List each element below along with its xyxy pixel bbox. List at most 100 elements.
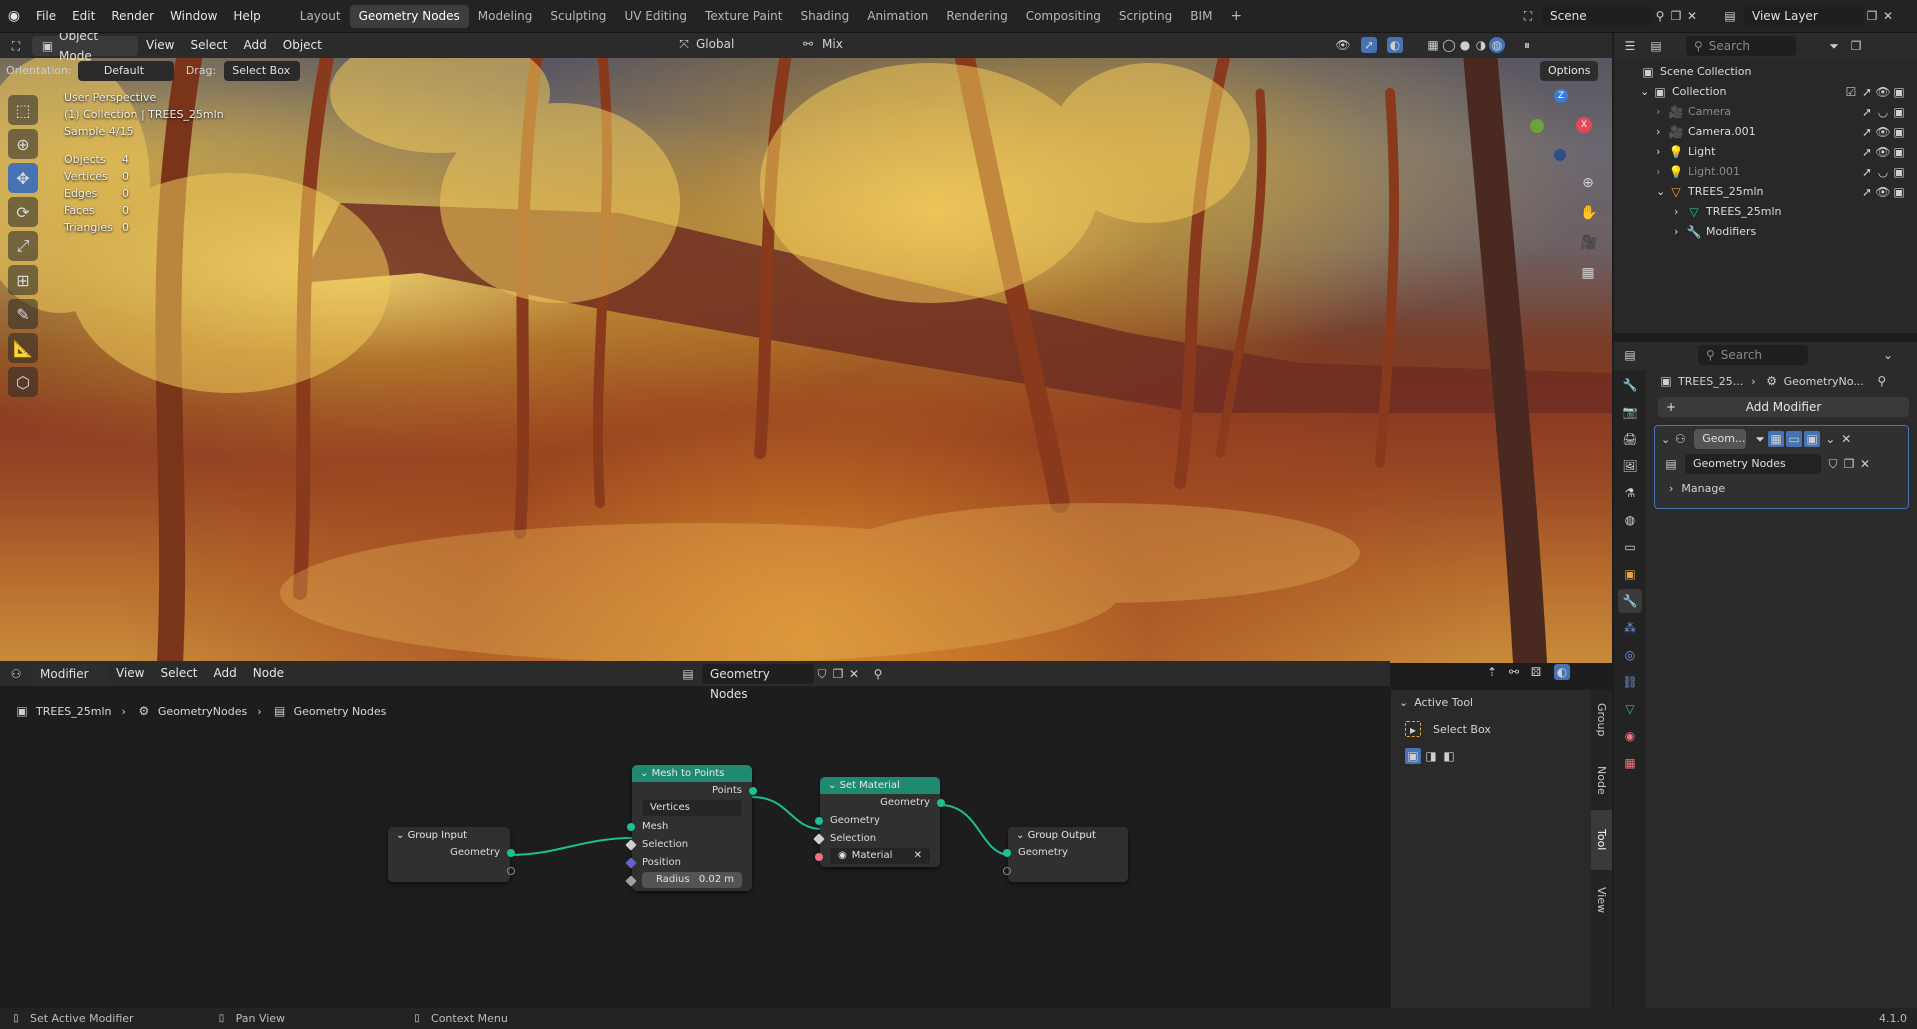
node-group-output[interactable]: ⌄ Group Output Geometry xyxy=(1003,827,1128,882)
parent-node-tree-icon[interactable]: ⇡ xyxy=(1484,664,1500,680)
navigation-gizmo[interactable]: Z X xyxy=(1524,89,1594,169)
selectable-icon[interactable]: ➚ xyxy=(1859,184,1875,200)
add-workspace-icon[interactable]: + xyxy=(1221,5,1251,28)
remove-modifier-icon[interactable]: ✕ xyxy=(1838,431,1854,447)
3d-viewport[interactable]: ⛶ ▣ Object Mode View Select Add Object ⤧… xyxy=(0,33,1612,663)
render-icon[interactable]: ▣ xyxy=(1891,164,1907,180)
eye-hidden-icon[interactable]: ◡ xyxy=(1875,164,1891,180)
pin-icon[interactable]: ⚲ xyxy=(1874,373,1890,389)
material-socket[interactable] xyxy=(815,853,823,861)
node-group-input[interactable]: ⌄ Group Input Geometry xyxy=(388,827,515,882)
particles-tab-icon[interactable]: ⁂ xyxy=(1618,616,1642,640)
tab-sculpting[interactable]: Sculpting xyxy=(541,5,615,28)
viewport-menu-add[interactable]: Add xyxy=(236,33,275,58)
eye-icon[interactable]: 👁 xyxy=(1875,144,1891,160)
editor-type-icon[interactable]: ⚇ xyxy=(8,666,24,682)
view-layer-field[interactable]: View Layer xyxy=(1744,6,1864,26)
selectable-icon[interactable]: ➚ xyxy=(1859,124,1875,140)
select-subtract-icon[interactable]: ◧ xyxy=(1441,748,1457,764)
eye-icon[interactable]: 👁 xyxy=(1875,84,1891,100)
properties-search-input[interactable]: ⚲ Search xyxy=(1698,344,1808,365)
tab-group[interactable]: Group xyxy=(1591,690,1612,750)
selectable-icon[interactable]: ➚ xyxy=(1859,84,1875,100)
gizmo-y-axis[interactable] xyxy=(1530,119,1544,133)
world-tab-icon[interactable]: ◍ xyxy=(1618,508,1642,532)
viewport-menu-object[interactable]: Object xyxy=(275,33,330,58)
mode-dropdown[interactable]: Vertices xyxy=(642,800,742,816)
selectable-icon[interactable]: ➚ xyxy=(1859,164,1875,180)
node-tree-icon[interactable]: ▤ xyxy=(680,666,696,682)
menu-edit[interactable]: Edit xyxy=(64,0,103,33)
menu-file[interactable]: File xyxy=(28,0,64,33)
eye-icon[interactable]: 👁 xyxy=(1875,184,1891,200)
tab-geometry-nodes[interactable]: Geometry Nodes xyxy=(349,4,469,28)
overlay-toggle-icon[interactable]: ◐ xyxy=(1387,37,1403,53)
outliner-search-input[interactable]: ⚲ Search xyxy=(1686,35,1796,56)
physics-tab-icon[interactable]: ◎ xyxy=(1618,643,1642,667)
overlay-toggle-icon[interactable]: ◐ xyxy=(1554,664,1570,680)
node-menu-node[interactable]: Node xyxy=(245,661,292,686)
fake-user-icon[interactable]: ⛉ xyxy=(1825,456,1841,472)
render-tab-icon[interactable]: 📷 xyxy=(1618,400,1642,424)
render-toggle-icon[interactable]: ▣ xyxy=(1804,431,1821,447)
tab-shading[interactable]: Shading xyxy=(791,5,858,28)
view-layer-tab-icon[interactable]: 🖼 xyxy=(1618,454,1642,478)
scene-icon[interactable]: ⛶ xyxy=(1520,8,1536,24)
annotate-tool[interactable]: ✎ xyxy=(8,299,38,329)
viewport-menu-view[interactable]: View xyxy=(138,33,182,58)
expand-icon[interactable]: › xyxy=(1656,142,1668,162)
measure-tool[interactable]: 📐 xyxy=(8,333,38,363)
display-mode-icon[interactable]: ▤ xyxy=(1648,38,1664,54)
select-new-icon[interactable]: ▣ xyxy=(1405,748,1421,764)
delete-scene-icon[interactable]: ✕ xyxy=(1684,8,1700,24)
material-field[interactable]: ◉ Material ✕ xyxy=(830,848,930,864)
tab-rendering[interactable]: Rendering xyxy=(937,5,1016,28)
add-cube-tool[interactable]: ⬡ xyxy=(8,367,38,397)
node-set-material[interactable]: ⌄ Set Material Geometry Geometry Selecti… xyxy=(813,777,945,867)
clear-material-icon[interactable]: ✕ xyxy=(914,848,922,864)
new-collection-icon[interactable]: ❐ xyxy=(1848,38,1864,54)
material-tab-icon[interactable]: ◉ xyxy=(1618,724,1642,748)
output-tab-icon[interactable]: 🖨 xyxy=(1618,427,1642,451)
geometry-out-socket[interactable] xyxy=(937,799,945,807)
wireframe-shading-icon[interactable]: ◯ xyxy=(1441,37,1457,53)
tab-texture-paint[interactable]: Texture Paint xyxy=(696,5,791,28)
scene-collection-row[interactable]: ▣ Scene Collection xyxy=(1614,62,1917,82)
menu-help[interactable]: Help xyxy=(225,0,268,33)
new-view-layer-icon[interactable]: ❐ xyxy=(1864,8,1880,24)
collection-row[interactable]: ⌄ ▣ Collection ☑ ➚ 👁 ▣ xyxy=(1614,82,1917,102)
material-shading-icon[interactable]: ◑ xyxy=(1473,37,1489,53)
eye-hidden-icon[interactable]: ◡ xyxy=(1875,104,1891,120)
texture-tab-icon[interactable]: ▦ xyxy=(1618,751,1642,775)
node-editor[interactable]: ▣ TREES_25mln › ⚙ GeometryNodes › ▤ Geom… xyxy=(0,663,1390,1008)
menu-window[interactable]: Window xyxy=(162,0,225,33)
snapping-options-icon[interactable]: ⚄ xyxy=(1528,664,1544,680)
orientation-dropdown[interactable]: Default xyxy=(77,60,174,81)
collection-tab-icon[interactable]: ▭ xyxy=(1618,535,1642,559)
node-menu-view[interactable]: View xyxy=(108,661,152,686)
tab-layout[interactable]: Layout xyxy=(291,5,350,28)
pan-hand-icon[interactable]: ✋ xyxy=(1580,205,1597,221)
points-socket[interactable] xyxy=(749,787,757,795)
breadcrumb-node-group[interactable]: Geometry Nodes xyxy=(294,705,387,718)
manage-subpanel[interactable]: › Manage xyxy=(1655,476,1908,500)
pin-icon[interactable]: ⚲ xyxy=(1652,8,1668,24)
scene-tab-icon[interactable]: ⚗ xyxy=(1618,481,1642,505)
pin-icon[interactable]: ⚲ xyxy=(870,666,886,682)
collapse-icon[interactable]: ⌄ xyxy=(1661,433,1670,446)
editor-type-icon[interactable]: ☰ xyxy=(1622,38,1638,54)
checkbox-icon[interactable]: ☑ xyxy=(1843,84,1859,100)
blender-logo-icon[interactable]: ◉ xyxy=(6,8,22,24)
fake-user-icon[interactable]: ⛉ xyxy=(814,666,830,682)
expand-icon[interactable]: ⌄ xyxy=(1656,182,1668,202)
expand-icon[interactable]: › xyxy=(1674,222,1686,242)
breadcrumb-modifier[interactable]: GeometryNodes xyxy=(158,705,247,718)
visibility-icon[interactable]: 👁 xyxy=(1335,37,1351,53)
tab-bim[interactable]: BIM xyxy=(1181,5,1221,28)
node-tree-type-dropdown[interactable]: Modifier xyxy=(32,663,108,684)
modifiers-row[interactable]: › 🔧 Modifiers xyxy=(1614,222,1917,242)
modifier-dropdown-icon[interactable]: ⌄ xyxy=(1822,431,1838,447)
empty-socket[interactable] xyxy=(507,867,515,875)
viewport-toggle-icon[interactable]: ▭ xyxy=(1786,431,1803,447)
expand-icon[interactable]: › xyxy=(1656,122,1668,142)
